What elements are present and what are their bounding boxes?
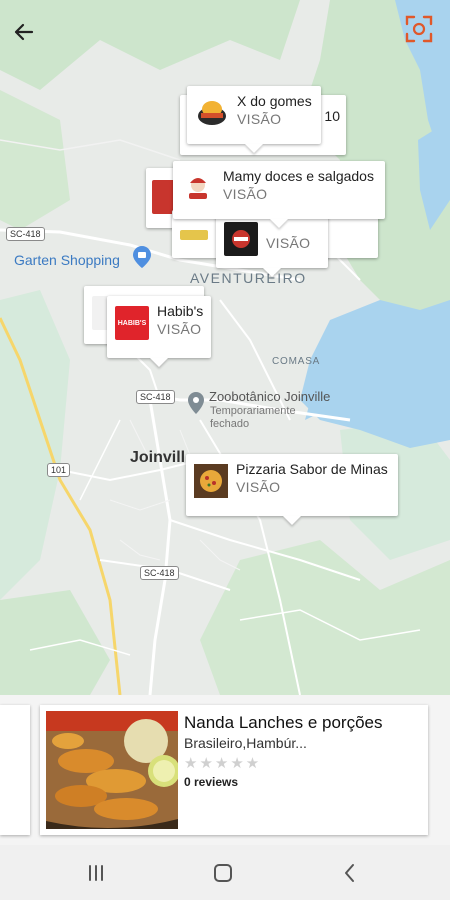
marker-name: Habib's	[157, 303, 204, 319]
marker-pizzaria-sabor-de-minas[interactable]: Pizzaria Sabor de Minas VISÃO	[186, 454, 398, 516]
reviews-count: 0 reviews	[184, 775, 239, 789]
restaurant-logo	[224, 222, 258, 256]
marker-habibs[interactable]: HABIB'S Habib's VISÃO	[107, 296, 211, 358]
restaurant-title: Nanda Lanches e porções	[184, 713, 383, 732]
restaurant-logo	[180, 230, 208, 240]
restaurant-card-previous[interactable]	[0, 705, 30, 835]
map-label-garten-shopping: Garten Shopping	[14, 252, 120, 268]
marker-name: X do gomes	[237, 93, 312, 109]
system-navigation-bar	[0, 845, 450, 900]
map-label-joinville: Joinvill	[130, 449, 186, 466]
habibs-logo-text: HABIB'S	[117, 319, 147, 327]
map-label-zoo: Zoobotânico Joinville	[209, 389, 331, 404]
map-label-zoo-status-2: fechado	[210, 418, 250, 430]
marker-obscured-fragment: 10	[324, 108, 340, 124]
restaurant-logo	[181, 171, 215, 205]
rating-stars: ★★★★★	[184, 755, 262, 772]
restaurant-logo	[195, 96, 229, 130]
marker-visao-label: VISÃO	[157, 321, 202, 337]
restaurant-carousel[interactable]: Nanda Lanches e porções Brasileiro,Hambú…	[0, 695, 450, 845]
back-icon	[334, 864, 366, 893]
map-label-comasa: COMASA	[272, 356, 321, 367]
restaurant-card[interactable]: Nanda Lanches e porções Brasileiro,Hambú…	[40, 705, 428, 835]
road-shield-101: 101	[47, 463, 71, 477]
restaurant-photo	[46, 711, 178, 829]
system-back-button[interactable]	[334, 857, 366, 889]
restaurant-categories: Brasileiro,Hambúr...	[184, 735, 307, 751]
marker-visao-label: VISÃO	[237, 111, 282, 127]
marker-x-do-gomes[interactable]: X do gomes VISÃO	[187, 86, 321, 144]
arrow-left-icon	[10, 23, 38, 50]
restaurant-logo: HABIB'S	[115, 306, 149, 340]
map-label-aventureiro: AVENTUREIRO	[190, 270, 307, 286]
road-shield-sc418: SC-418	[136, 390, 175, 404]
scan-focus-icon	[404, 15, 434, 48]
marker-visao-label: VISÃO	[223, 186, 268, 202]
home-button[interactable]	[207, 857, 239, 889]
map-label-zoo-status-1: Temporariamente	[210, 405, 296, 417]
recent-apps-button[interactable]	[80, 857, 112, 889]
marker-mamy-doces[interactable]: Mamy doces e salgados VISÃO	[173, 161, 385, 219]
restaurant-logo	[194, 464, 228, 498]
road-shield-sc418: SC-418	[140, 566, 179, 580]
location-pin-icon[interactable]	[133, 246, 151, 268]
home-icon	[207, 864, 239, 893]
location-pin-icon[interactable]	[188, 392, 204, 414]
back-button[interactable]	[10, 18, 38, 46]
map-view[interactable]: SC-418 SC-418 SC-418 101 Garten Shopping…	[0, 0, 450, 695]
marker-visao-label: VISÃO	[236, 479, 281, 495]
marker-name: Pizzaria Sabor de Minas	[236, 461, 388, 477]
center-location-button[interactable]	[404, 14, 434, 44]
recent-apps-icon	[80, 865, 112, 893]
marker-visao-label: VISÃO	[266, 235, 311, 251]
marker-name: Mamy doces e salgados	[223, 168, 374, 184]
road-shield-sc418: SC-418	[6, 227, 45, 241]
